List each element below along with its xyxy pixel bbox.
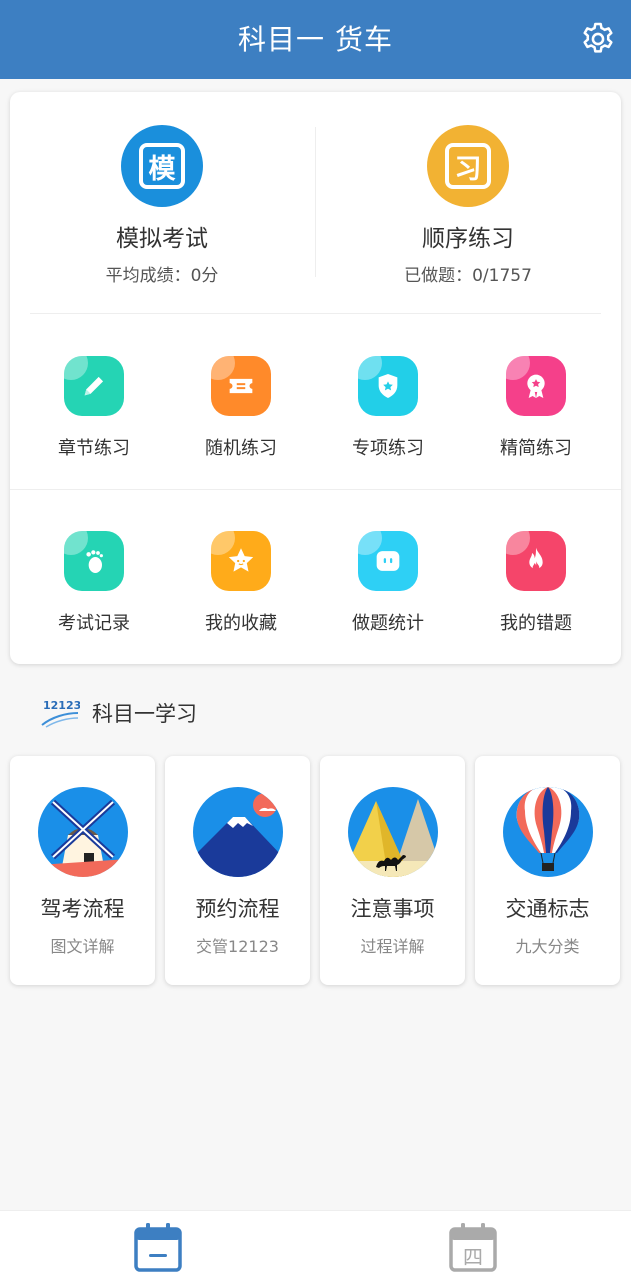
flame-icon [506,531,566,591]
chat-bubble-icon [358,531,418,591]
page-title: 科目一 货车 [238,23,393,56]
mock-exam-button[interactable]: 模 模拟考试 平均成绩：0分 [62,125,262,286]
mock-exam-label: 模拟考试 [116,226,208,252]
pyramid-camel-icon [347,787,438,877]
my-favorites-button[interactable]: 我的收藏 [181,531,301,635]
svg-text:四: 四 [463,1245,483,1269]
sequence-practice-label: 顺序练习 [422,226,514,252]
calendar-icon[interactable] [133,1221,183,1273]
sequence-practice-button[interactable]: 习 顺序练习 已做题：0/1757 [368,125,568,286]
chapter-practice-button[interactable]: 章节练习 [34,356,154,460]
divider [315,127,316,277]
statistics-button[interactable]: 做题统计 [328,531,448,635]
exam-records-button[interactable]: 考试记录 [34,531,154,635]
traffic-signs-card[interactable]: 交通标志 九大分类 [475,756,620,985]
my-mistakes-button[interactable]: 我的错题 [476,531,596,635]
random-practice-button[interactable]: 随机练习 [181,356,301,460]
mock-exam-icon: 模 [121,125,203,207]
footprint-icon [64,531,124,591]
windmill-icon [37,787,128,877]
app-header: 科目一 货车 [0,0,631,79]
mount-fuji-icon [192,787,283,877]
practice-grid-row: 章节练习 随机练习 专项练习 精简练习 [10,356,621,476]
shield-star-icon [358,356,418,416]
divider [10,489,621,490]
practice-grid-row: 考试记录 我的收藏 做题统计 我的错题 [10,531,621,651]
svg-text:12123: 12123 [43,699,80,712]
ticket-icon [211,356,271,416]
booking-process-card[interactable]: 预约流程 交管12123 [165,756,310,985]
calendar-four-icon[interactable]: 四 [448,1221,498,1273]
simplified-practice-button[interactable]: 精简练习 [476,356,596,460]
bottom-tab-bar: 四 [0,1210,631,1280]
pencil-icon [64,356,124,416]
notes-card[interactable]: 注意事项 过程详解 [320,756,465,985]
hot-air-balloon-icon [502,787,593,877]
exam-process-card[interactable]: 驾考流程 图文详解 [10,756,155,985]
divider [30,313,601,314]
average-score: 平均成绩：0分 [105,266,219,286]
done-count: 已做题：0/1757 [404,266,532,286]
gear-icon[interactable] [579,20,617,58]
logo-12123-icon: 12123 [41,699,80,728]
award-icon [506,356,566,416]
star-icon [211,531,271,591]
study-section-title: 12123 科目一学习 [40,695,197,731]
special-practice-button[interactable]: 专项练习 [328,356,448,460]
sequence-practice-icon: 习 [427,125,509,207]
practice-card: 模 模拟考试 平均成绩：0分 习 顺序练习 已做题：0/1757 章节练习 随机… [10,92,621,664]
